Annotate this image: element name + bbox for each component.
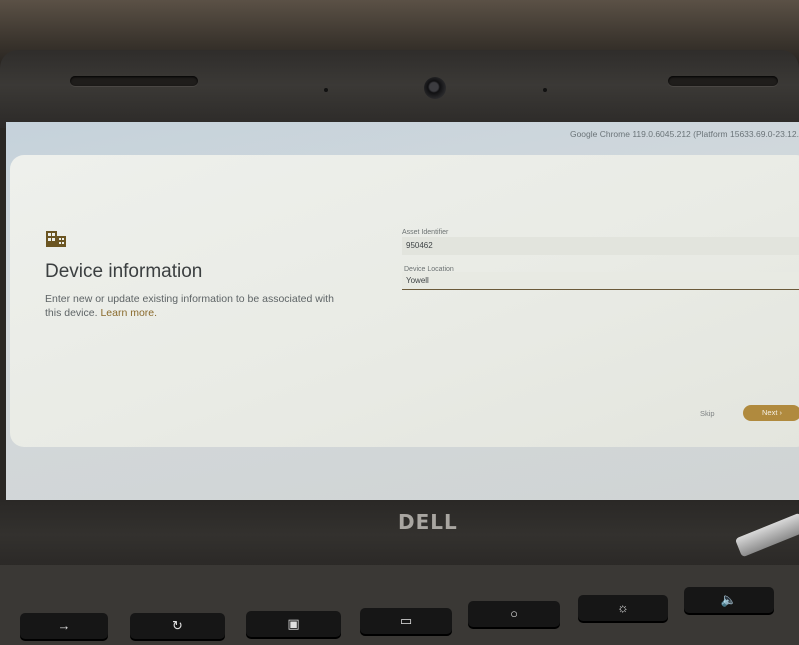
next-button-label: Next	[761, 408, 778, 417]
brightness-up-key[interactable]: ☼	[578, 595, 668, 621]
overview-key[interactable]: ▭	[360, 608, 452, 634]
chevron-right-icon: ›	[779, 408, 783, 417]
building-icon	[46, 231, 66, 247]
dell-logo: DELL	[398, 510, 458, 534]
skip-button[interactable]: Skip	[700, 409, 715, 418]
sensor-dot	[543, 88, 547, 92]
bezel-slot-right	[668, 76, 778, 86]
page-title: Device information	[45, 261, 203, 282]
keyboard-deck: → ↻ ▣ ▭ ○ ☼ 🔈	[0, 565, 799, 645]
next-button[interactable]: Next ›	[743, 405, 799, 421]
refresh-key[interactable]: ↻	[130, 613, 225, 639]
learn-more-link[interactable]: Learn more.	[100, 307, 157, 319]
back-key[interactable]: →	[20, 613, 108, 639]
webcam	[424, 77, 446, 99]
asset-identifier-field[interactable]: 950462	[402, 237, 799, 255]
brightness-down-key[interactable]: ○	[468, 601, 560, 627]
mute-key[interactable]: 🔈	[684, 587, 774, 613]
laptop-screen: Google Chrome 119.0.6045.212 (Platform 1…	[6, 122, 799, 500]
laptop-top-bezel	[0, 50, 799, 128]
sensor-dot	[324, 88, 328, 92]
system-version-text: Google Chrome 119.0.6045.212 (Platform 1…	[569, 129, 799, 139]
device-location-field[interactable]: Yowell	[402, 272, 799, 290]
description-text: Enter new or update existing information…	[45, 293, 334, 319]
bezel-slot-left	[70, 76, 198, 86]
device-info-dialog: Device information Enter new or update e…	[10, 155, 799, 447]
fullscreen-key[interactable]: ▣	[246, 611, 341, 637]
page-description: Enter new or update existing information…	[45, 292, 345, 320]
asset-identifier-label: Asset Identifier	[402, 229, 449, 236]
